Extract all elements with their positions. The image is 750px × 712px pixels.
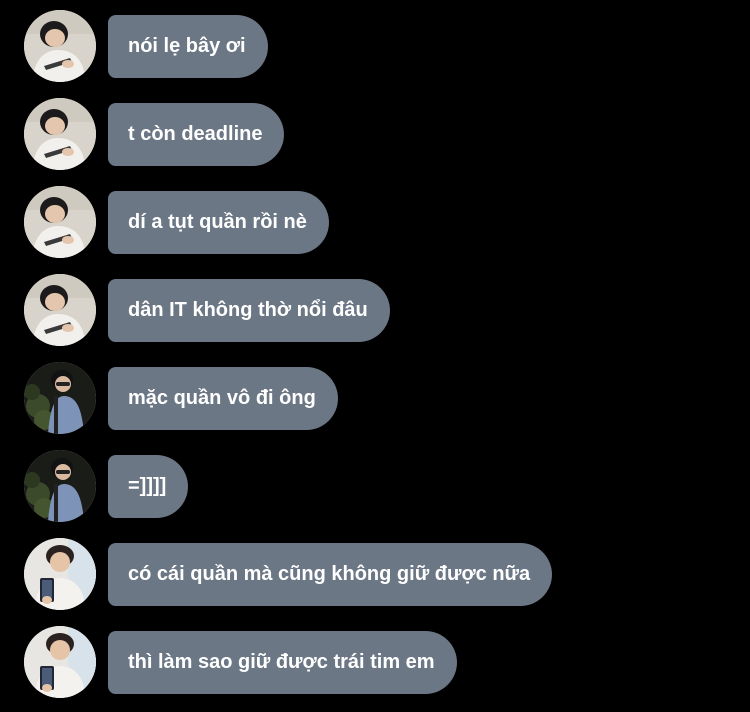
message-bubble[interactable]: dí a tụt quần rồi nè	[108, 191, 329, 254]
message-row: mặc quần vô đi ông	[0, 360, 750, 448]
user-c-avatar[interactable]	[24, 538, 96, 610]
message-bubble[interactable]: mặc quần vô đi ông	[108, 367, 338, 430]
message-row: t còn deadline	[0, 96, 750, 184]
message-row: dân IT không thờ nổi đâu	[0, 272, 750, 360]
user-a-avatar[interactable]	[24, 10, 96, 82]
message-bubble[interactable]: nói lẹ bây ơi	[108, 15, 268, 78]
message-row: thì làm sao giữ được trái tim em	[0, 624, 750, 712]
message-row: nói lẹ bây ơi	[0, 8, 750, 96]
user-a-avatar[interactable]	[24, 186, 96, 258]
user-b-avatar[interactable]	[24, 450, 96, 522]
message-row: có cái quần mà cũng không giữ được nữa	[0, 536, 750, 624]
message-bubble[interactable]: dân IT không thờ nổi đâu	[108, 279, 390, 342]
user-a-avatar[interactable]	[24, 98, 96, 170]
user-a-avatar[interactable]	[24, 274, 96, 346]
user-b-avatar[interactable]	[24, 362, 96, 434]
message-bubble[interactable]: có cái quần mà cũng không giữ được nữa	[108, 543, 553, 606]
message-row: =]]]]	[0, 448, 750, 536]
message-row: dí a tụt quần rồi nè	[0, 184, 750, 272]
message-bubble[interactable]: =]]]]	[108, 455, 189, 518]
message-list: nói lẹ bây ơi t còn deadline dí a tụt qu…	[0, 8, 750, 712]
user-c-avatar[interactable]	[24, 626, 96, 698]
message-bubble[interactable]: thì làm sao giữ được trái tim em	[108, 631, 457, 694]
message-bubble[interactable]: t còn deadline	[108, 103, 285, 166]
